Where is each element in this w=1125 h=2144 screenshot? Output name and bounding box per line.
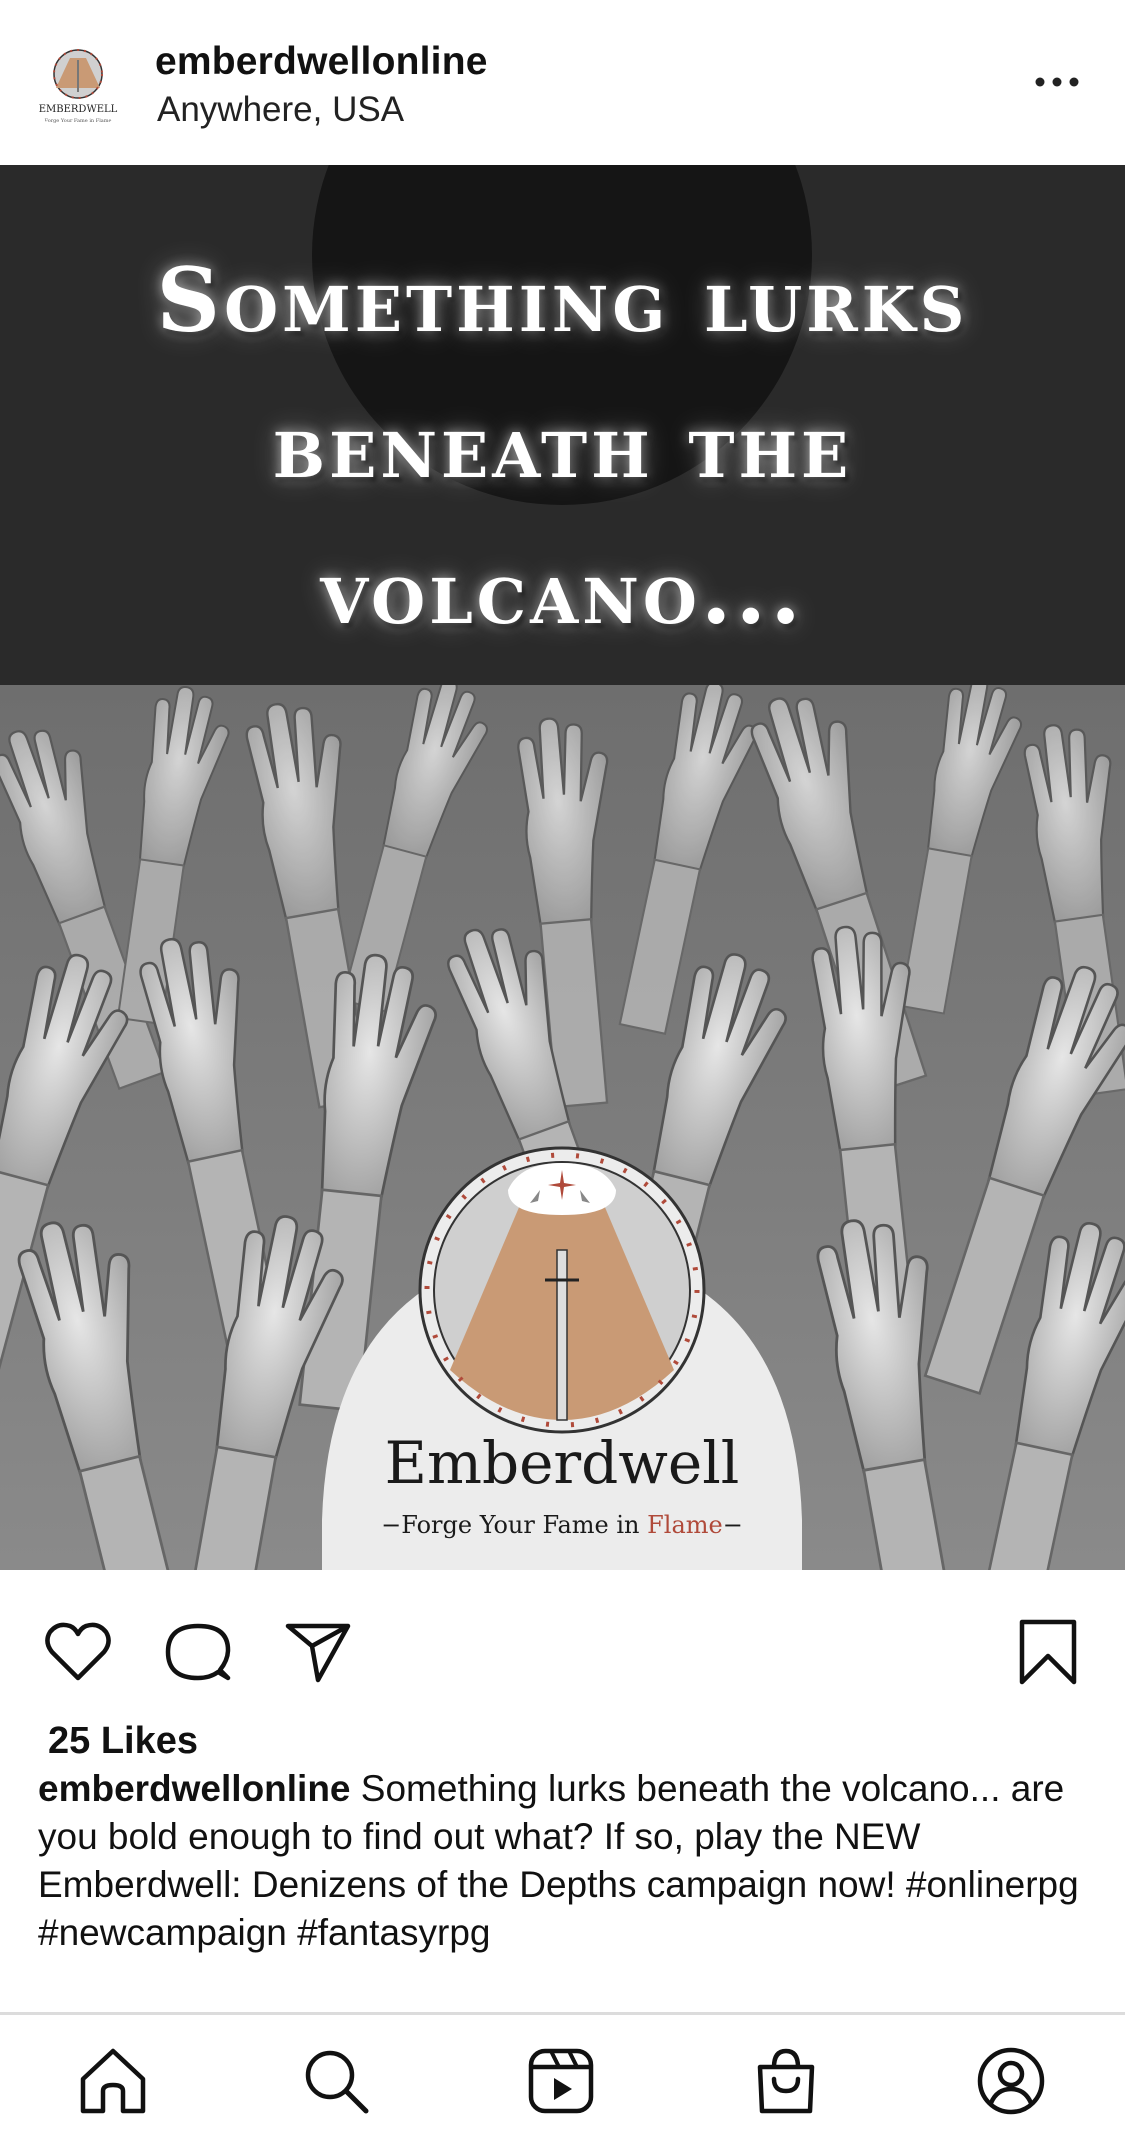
caption-username[interactable]: emberdwellonline (38, 1768, 351, 1809)
shop-icon[interactable] (750, 2045, 822, 2117)
home-icon[interactable] (77, 2045, 149, 2117)
likes-count[interactable]: 25 Likes (48, 1720, 198, 1763)
headline-line-1: Something lurks (156, 248, 969, 352)
share-icon[interactable] (282, 1616, 354, 1688)
post-image[interactable]: Something lurks beneath the volcano... E… (0, 165, 1125, 1570)
emberdwell-logo-avatar: EMBERDWELL Forge Your Fame in Flame (31, 39, 125, 133)
svg-text:EMBERDWELL: EMBERDWELL (39, 104, 118, 115)
headline-line-3: volcano... (320, 540, 805, 644)
bottom-nav (0, 2015, 1125, 2144)
post-location[interactable]: Anywhere, USA (157, 90, 404, 130)
profile-icon[interactable] (975, 2045, 1047, 2117)
bookmark-icon[interactable] (1012, 1616, 1084, 1688)
logo-tagline: −Forge Your Fame in Flame− (381, 1511, 743, 1539)
reels-icon[interactable] (525, 2045, 597, 2117)
post-username[interactable]: emberdwellonline (155, 40, 488, 84)
post-header: EMBERDWELL Forge Your Fame in Flame embe… (0, 0, 1125, 165)
post-headline: Something lurks beneath the volcano... (0, 227, 1125, 665)
post-banner: Something lurks beneath the volcano... (0, 165, 1125, 685)
logo-brand-text: Emberdwell (385, 1429, 740, 1497)
post-actions (0, 1570, 1125, 1700)
more-options-icon[interactable] (1032, 72, 1082, 92)
avatar[interactable]: EMBERDWELL Forge Your Fame in Flame (30, 38, 126, 134)
svg-text:Forge Your Fame in Flame: Forge Your Fame in Flame (45, 118, 112, 124)
comment-icon[interactable] (162, 1616, 234, 1688)
search-icon[interactable] (300, 2045, 372, 2117)
headline-line-2: beneath the (272, 394, 853, 498)
post-caption: emberdwellonline Something lurks beneath… (38, 1765, 1123, 1957)
reaching-hands-photo: Emberdwell −Forge Your Fame in Flame− (0, 685, 1125, 1570)
heart-icon[interactable] (42, 1616, 114, 1688)
